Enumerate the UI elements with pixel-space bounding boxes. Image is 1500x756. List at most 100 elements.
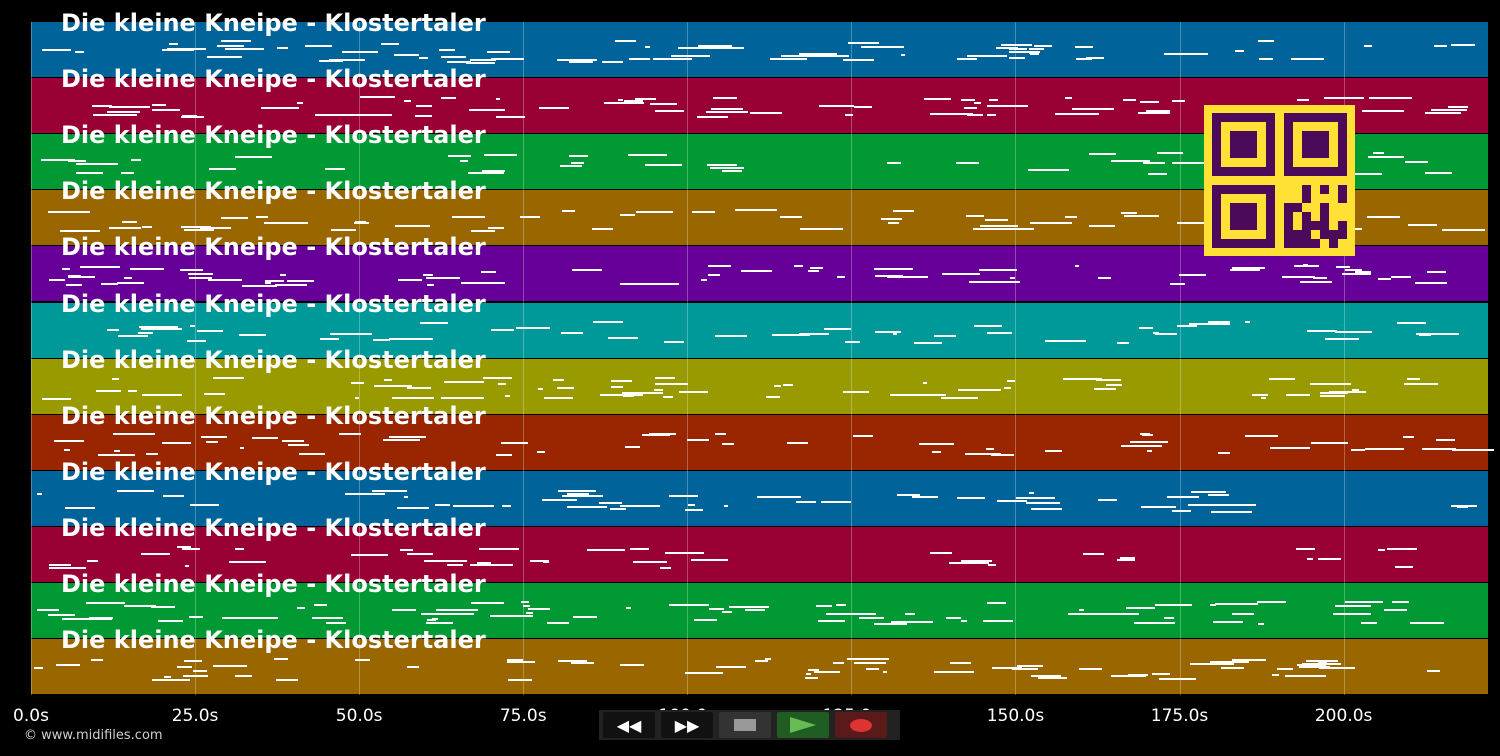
midi-note [1138, 326, 1153, 329]
midi-note [396, 506, 430, 509]
midi-note [403, 100, 412, 103]
midi-note [507, 678, 532, 681]
midi-note [600, 394, 643, 397]
midi-note [398, 279, 423, 282]
midi-note [649, 433, 676, 435]
midi-note [1094, 388, 1117, 391]
play-button[interactable] [777, 712, 829, 738]
qr-module [1248, 131, 1257, 140]
midi-note [207, 55, 243, 58]
midi-note [904, 612, 916, 615]
midi-note [593, 321, 623, 324]
midi-note [48, 279, 66, 282]
midi-note [212, 664, 248, 667]
qr-module [1239, 212, 1248, 221]
track-title: Die kleine Kneipe - Klostertaler [61, 457, 486, 486]
midi-note [1146, 450, 1153, 453]
midi-note [391, 397, 435, 400]
midi-note [1368, 156, 1405, 159]
rewind-button[interactable]: ◀◀ [603, 712, 655, 738]
midi-note [127, 389, 138, 392]
midi-note [276, 679, 299, 682]
midi-note [1106, 383, 1122, 386]
grid-line [31, 22, 32, 695]
midi-note [526, 611, 534, 614]
midi-note [239, 446, 245, 449]
midi-note [774, 384, 782, 387]
midi-note [960, 99, 976, 102]
midi-note [957, 57, 977, 60]
midi-note [516, 326, 551, 329]
qr-module [1239, 149, 1248, 158]
midi-note [824, 327, 851, 330]
midi-note [360, 96, 396, 99]
track-title: Die kleine Kneipe - Klostertaler [61, 401, 486, 430]
midi-note [107, 111, 140, 114]
midi-note [691, 559, 729, 562]
midi-note [1033, 44, 1052, 47]
qr-module [1284, 221, 1293, 230]
midi-note [1130, 441, 1168, 444]
midi-note [157, 619, 184, 622]
midi-note [566, 506, 607, 509]
midi-note [542, 499, 577, 502]
midi-note [1391, 601, 1410, 604]
midi-note [1215, 603, 1258, 606]
qr-module [1293, 113, 1302, 122]
midi-note [1187, 504, 1220, 507]
midi-note [131, 159, 141, 162]
midi-note [1116, 559, 1135, 562]
midi-note [60, 230, 101, 233]
midi-note [624, 99, 644, 102]
qr-module [1230, 185, 1239, 194]
midi-note [235, 547, 245, 550]
midi-note [1256, 601, 1286, 604]
record-icon [850, 718, 872, 732]
midi-note [275, 284, 307, 287]
qr-module [1320, 221, 1329, 230]
midi-note [1121, 444, 1163, 447]
qr-module [1239, 140, 1248, 149]
midi-note [610, 386, 623, 389]
midi-note [185, 565, 190, 568]
midi-note [188, 272, 214, 275]
midi-note [1025, 502, 1061, 505]
stop-button[interactable] [719, 712, 771, 738]
midi-note [1407, 223, 1438, 226]
midi-note [1269, 378, 1296, 381]
midi-note [169, 42, 179, 45]
midi-note [394, 224, 430, 227]
midi-note [1016, 496, 1055, 499]
midi-note [1235, 50, 1244, 53]
midi-note [75, 163, 119, 166]
midi-note [1154, 603, 1192, 606]
midi-note [441, 97, 456, 100]
midi-note [339, 433, 362, 436]
midi-note [64, 506, 95, 509]
midi-note [759, 659, 768, 662]
midi-note [180, 269, 204, 272]
midi-note [1083, 553, 1105, 556]
midi-note [351, 554, 388, 557]
midi-note [1344, 601, 1384, 604]
record-button[interactable] [835, 712, 887, 738]
midi-note [624, 446, 641, 449]
qr-module [1320, 203, 1329, 212]
midi-note [1143, 161, 1165, 164]
midi-note [111, 378, 119, 381]
midi-note [184, 660, 202, 663]
midi-note [654, 109, 685, 112]
midi-note [1010, 277, 1016, 280]
midi-note [37, 608, 59, 611]
qr-module [1338, 122, 1347, 131]
midi-note [886, 161, 902, 164]
fast-forward-button[interactable]: ▶▶ [661, 712, 713, 738]
midi-note [557, 387, 574, 390]
midi-note [1169, 282, 1185, 285]
grid-line [1179, 22, 1181, 695]
midi-note [558, 659, 587, 662]
midi-note [817, 620, 845, 623]
midi-note [635, 210, 674, 213]
time-tick-label: 150.0s [986, 706, 1045, 726]
midi-note [905, 394, 946, 397]
